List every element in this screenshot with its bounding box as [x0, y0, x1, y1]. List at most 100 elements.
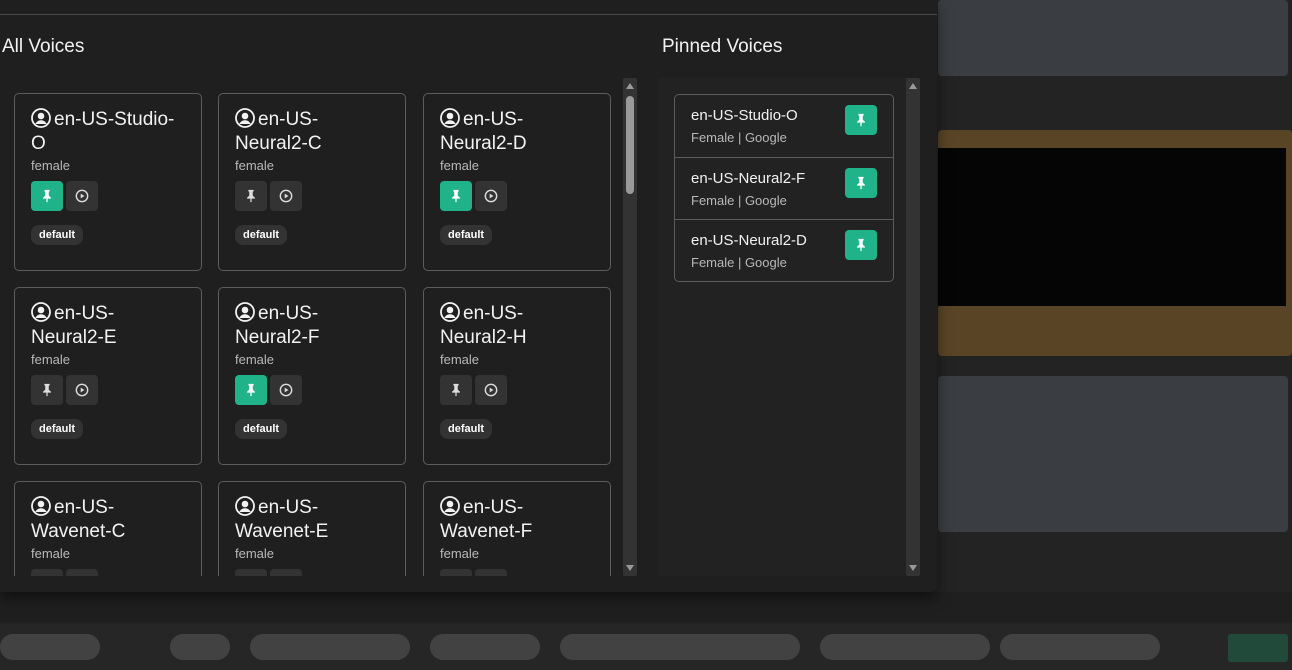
- voice-name: en-US-Neural2-D: [440, 108, 527, 154]
- pin-icon: [449, 189, 463, 203]
- unpin-button[interactable]: [845, 105, 877, 135]
- voice-name: en-US-Neural2-F: [235, 302, 320, 348]
- pin-button[interactable]: [235, 375, 267, 405]
- default-badge: default: [440, 419, 493, 439]
- play-button[interactable]: [66, 569, 98, 576]
- pin-button[interactable]: [31, 181, 63, 211]
- background-waveform: [0, 624, 1292, 670]
- voice-card[interactable]: en-US-Studio-O female default: [14, 93, 202, 271]
- voice-name: en-US-Neural2-E: [31, 302, 117, 348]
- voice-gender: female: [440, 352, 480, 367]
- voice-card[interactable]: en-US-Wavenet-Cfemaledefault: [14, 481, 202, 576]
- default-badge: default: [31, 225, 84, 245]
- play-icon: [279, 383, 293, 397]
- pin-icon: [40, 189, 54, 203]
- user-circle-icon: [235, 302, 255, 322]
- user-circle-icon: [235, 108, 255, 128]
- background-toolbar: [0, 592, 1292, 622]
- pin-icon: [244, 383, 258, 397]
- voice-gender: female: [235, 158, 275, 173]
- user-circle-icon: [31, 496, 51, 516]
- pin-icon: [40, 383, 54, 397]
- pin-icon: [854, 238, 868, 252]
- pinned-voice-item[interactable]: en-US-Neural2-D Female | Google: [675, 219, 893, 281]
- pin-button[interactable]: [440, 569, 472, 576]
- default-badge: default: [440, 225, 493, 245]
- scroll-up-icon[interactable]: [626, 83, 634, 89]
- pinned-voices-panel: en-US-Studio-O Female | Google en-US-Neura…: [658, 78, 906, 576]
- play-button[interactable]: [66, 375, 98, 405]
- background-panel: [938, 130, 1292, 356]
- play-icon: [75, 383, 89, 397]
- divider: [0, 14, 937, 15]
- play-icon: [484, 189, 498, 203]
- pin-icon: [854, 113, 868, 127]
- voice-gender: female: [235, 352, 275, 367]
- all-voices-grid[interactable]: en-US-Studio-O female default en-US-Neural2…: [0, 78, 622, 576]
- user-circle-icon: [440, 108, 460, 128]
- unpin-button[interactable]: [845, 168, 877, 198]
- pin-button[interactable]: [31, 569, 63, 576]
- pin-button[interactable]: [235, 569, 267, 576]
- voice-gender: female: [31, 352, 71, 367]
- voice-card[interactable]: en-US-Neural2-H female default: [423, 287, 611, 465]
- voice-name: en-US-Neural2-H: [440, 302, 527, 348]
- voice-card[interactable]: en-US-Neural2-C female default: [218, 93, 406, 271]
- voice-gender: female: [31, 546, 71, 561]
- background-panel: [938, 376, 1288, 532]
- scroll-up-icon[interactable]: [909, 83, 917, 89]
- play-button[interactable]: [475, 181, 507, 211]
- voice-name: en-US-Wavenet-E: [235, 496, 329, 542]
- play-icon: [484, 383, 498, 397]
- play-icon: [75, 189, 89, 203]
- voice-name: en-US-Wavenet-F: [440, 496, 533, 542]
- all-voices-scrollbar[interactable]: [623, 78, 637, 576]
- voice-picker-modal: All Voices Pinned Voices en-US-Studio-O f…: [0, 0, 937, 592]
- pinned-voices-scrollbar[interactable]: [906, 78, 920, 576]
- pinned-voice-item[interactable]: en-US-Studio-O Female | Google: [675, 95, 893, 157]
- voice-gender: female: [31, 158, 71, 173]
- voice-gender: female: [440, 158, 480, 173]
- play-button[interactable]: [475, 375, 507, 405]
- unpin-button[interactable]: [845, 230, 877, 260]
- user-circle-icon: [440, 302, 460, 322]
- voice-gender: female: [440, 546, 480, 561]
- voice-card[interactable]: en-US-Wavenet-Ffemaledefault: [423, 481, 611, 576]
- play-button[interactable]: [270, 375, 302, 405]
- voice-gender: female: [235, 546, 275, 561]
- voice-name: en-US-Studio-O: [31, 108, 175, 154]
- pinned-voice-item[interactable]: en-US-Neural2-F Female | Google: [675, 157, 893, 219]
- play-icon: [279, 189, 293, 203]
- background-button: [1228, 634, 1288, 662]
- voice-card[interactable]: en-US-Wavenet-Efemaledefault: [218, 481, 406, 576]
- pinned-voices-list: en-US-Studio-O Female | Google en-US-Neura…: [674, 94, 894, 282]
- scroll-thumb[interactable]: [626, 96, 634, 194]
- pin-icon: [449, 383, 463, 397]
- user-circle-icon: [235, 496, 255, 516]
- scroll-down-icon[interactable]: [626, 565, 634, 571]
- default-badge: default: [235, 419, 288, 439]
- pin-button[interactable]: [440, 375, 472, 405]
- pin-button[interactable]: [235, 181, 267, 211]
- voice-name: en-US-Neural2-C: [235, 108, 322, 154]
- pin-icon: [854, 176, 868, 190]
- pin-icon: [244, 189, 258, 203]
- default-badge: default: [31, 419, 84, 439]
- play-button[interactable]: [270, 569, 302, 576]
- play-button[interactable]: [66, 181, 98, 211]
- default-badge: default: [235, 225, 288, 245]
- user-circle-icon: [31, 302, 51, 322]
- voice-card[interactable]: en-US-Neural2-E female default: [14, 287, 202, 465]
- pin-button[interactable]: [31, 375, 63, 405]
- scroll-down-icon[interactable]: [909, 565, 917, 571]
- voice-card[interactable]: en-US-Neural2-F female default: [218, 287, 406, 465]
- play-button[interactable]: [270, 181, 302, 211]
- user-circle-icon: [440, 496, 460, 516]
- pin-button[interactable]: [440, 181, 472, 211]
- voice-name: en-US-Wavenet-C: [31, 496, 126, 542]
- play-button[interactable]: [475, 569, 507, 576]
- pinned-voices-heading: Pinned Voices: [662, 36, 783, 57]
- voice-card[interactable]: en-US-Neural2-D female default: [423, 93, 611, 271]
- all-voices-heading: All Voices: [2, 36, 85, 57]
- user-circle-icon: [31, 108, 51, 128]
